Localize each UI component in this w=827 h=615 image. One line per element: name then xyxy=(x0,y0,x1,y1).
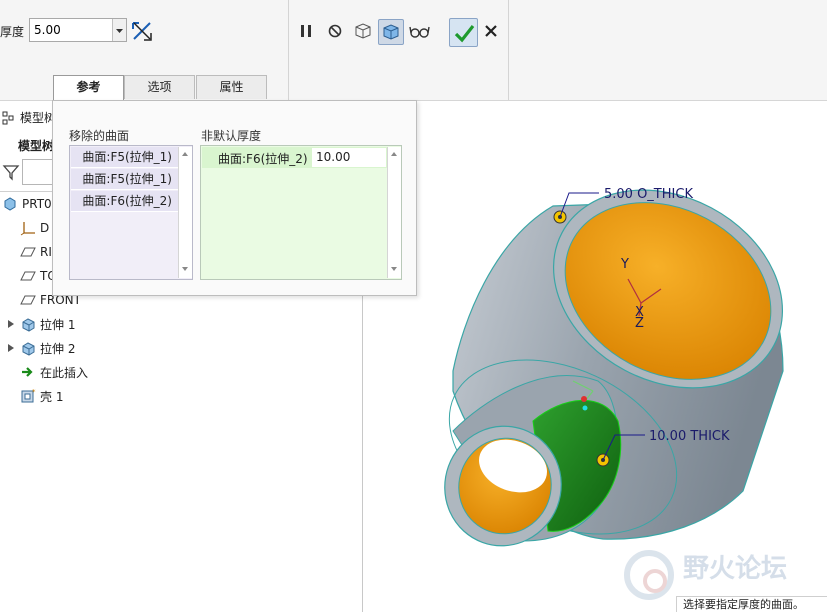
insert-arrow-icon xyxy=(22,367,33,377)
pause-button[interactable] xyxy=(294,19,318,43)
pause-icon xyxy=(301,25,311,37)
expand-arrow-icon[interactable] xyxy=(6,343,16,353)
thickness-row-value[interactable]: 10.00 xyxy=(312,148,386,167)
extrude-icon xyxy=(22,318,35,332)
csys-icon xyxy=(20,222,35,236)
tree-structure-icon xyxy=(2,111,14,124)
datum-plane-icon xyxy=(20,295,36,305)
tree-item-csys[interactable]: D xyxy=(20,218,49,238)
references-panel: 移除的曲面 曲面:F5(拉伸_1) 曲面:F5(拉伸_1) 曲面:F6(拉伸_2… xyxy=(52,100,417,296)
tree-item-part[interactable]: PRT0 xyxy=(2,194,52,214)
tree-item-label: PRT0 xyxy=(22,197,52,211)
glasses-icon xyxy=(409,26,430,38)
axis-y-label: Y xyxy=(620,257,629,272)
removed-surfaces-list[interactable]: 曲面:F5(拉伸_1) 曲面:F5(拉伸_1) 曲面:F6(拉伸_2) xyxy=(69,145,193,280)
tree-item-shell-1[interactable]: * 壳 1 xyxy=(20,386,63,406)
thickness-label: 厚度 xyxy=(0,25,25,39)
model-tree-title: 模型树 xyxy=(20,111,57,125)
tree-item-label: RI xyxy=(40,245,52,259)
shell-dashboard: 厚度 参考 选项 属性 xyxy=(0,0,827,101)
tab-properties[interactable]: 属性 xyxy=(196,75,267,99)
removed-surfaces-title: 移除的曲面 xyxy=(69,129,130,143)
model-tree-subtitle: 模型树 xyxy=(18,139,55,153)
extrude-icon xyxy=(22,342,35,356)
cancel-button[interactable] xyxy=(479,19,503,43)
watermark: 野火论坛 xyxy=(624,550,787,600)
removed-surface-item[interactable]: 曲面:F6(拉伸_2) xyxy=(71,191,178,212)
preview-gear-icon xyxy=(355,23,371,39)
dashboard-separator xyxy=(288,0,289,100)
thickness-row-surface: 曲面:F6(拉伸_2) xyxy=(218,152,308,166)
tree-item-right-plane[interactable]: RI xyxy=(20,242,52,262)
verify-model-icon xyxy=(383,24,399,40)
no-preview-button[interactable] xyxy=(323,19,347,43)
tree-item-label: 拉伸 1 xyxy=(40,317,76,332)
annotation-top[interactable]: 5.00 O_THICK xyxy=(604,187,693,202)
removed-list-scrollbar[interactable] xyxy=(178,147,192,278)
model-canvas[interactable]: 5.00 O_THICK 10.00 THICK Y X Z 野火论坛 xyxy=(363,101,827,612)
chevron-down-icon xyxy=(116,29,123,33)
non-default-thickness-title: 非默认厚度 xyxy=(201,129,262,143)
filter-icon[interactable] xyxy=(2,163,20,184)
accept-button[interactable] xyxy=(449,18,478,47)
thickness-dropdown-button[interactable] xyxy=(112,19,126,41)
no-preview-icon xyxy=(328,24,342,38)
axis-z-label: Z xyxy=(635,316,644,331)
tree-item-label: D xyxy=(40,221,50,235)
glasses-preview-button[interactable] xyxy=(407,19,431,43)
non-default-thickness-table[interactable]: 曲面:F6(拉伸_2) 10.00 xyxy=(200,145,402,280)
verify-mode-button[interactable] xyxy=(378,19,404,45)
expand-arrow-icon[interactable] xyxy=(6,319,16,329)
flip-direction-button[interactable] xyxy=(130,19,154,43)
datum-plane-icon xyxy=(20,271,36,281)
dashboard-separator xyxy=(508,0,509,100)
flip-arrows-icon xyxy=(132,22,152,41)
shell-icon: * xyxy=(21,388,36,403)
status-message: 选择要指定厚度的曲面。 xyxy=(676,596,827,612)
watermark-text: 野火论坛 xyxy=(683,554,787,584)
removed-surface-item[interactable]: 曲面:F5(拉伸_1) xyxy=(71,169,178,190)
tree-item-label: 壳 1 xyxy=(40,389,64,404)
separate-preview-button[interactable] xyxy=(351,19,375,43)
thickness-table-scrollbar[interactable] xyxy=(387,147,401,278)
checkmark-icon xyxy=(454,24,474,42)
graphics-viewport[interactable]: 5.00 O_THICK 10.00 THICK Y X Z 野火论坛 xyxy=(363,101,827,612)
tree-item-label: 拉伸 2 xyxy=(40,341,76,356)
thickness-combobox[interactable] xyxy=(29,18,127,42)
tab-references[interactable]: 参考 xyxy=(53,75,124,101)
close-icon xyxy=(485,25,497,37)
thickness-input[interactable] xyxy=(30,19,114,41)
model-tree-header: 模型树 xyxy=(2,109,56,126)
tree-item-insert-here[interactable]: 在此插入 xyxy=(20,362,88,382)
tab-options[interactable]: 选项 xyxy=(124,75,195,99)
tree-item-extrude-1[interactable]: 拉伸 1 xyxy=(6,314,75,334)
tree-item-label: 在此插入 xyxy=(40,365,89,380)
datum-plane-icon xyxy=(20,247,36,257)
part-icon xyxy=(4,197,16,211)
annotation-side[interactable]: 10.00 THICK xyxy=(649,429,730,444)
drag-handle-point[interactable] xyxy=(582,405,588,411)
svg-text:*: * xyxy=(32,388,36,396)
thickness-row[interactable]: 曲面:F6(拉伸_2) 10.00 xyxy=(202,147,387,168)
tree-item-extrude-2[interactable]: 拉伸 2 xyxy=(6,338,75,358)
removed-surface-item[interactable]: 曲面:F5(拉伸_1) xyxy=(71,147,178,168)
drag-handle-point[interactable] xyxy=(581,396,587,402)
